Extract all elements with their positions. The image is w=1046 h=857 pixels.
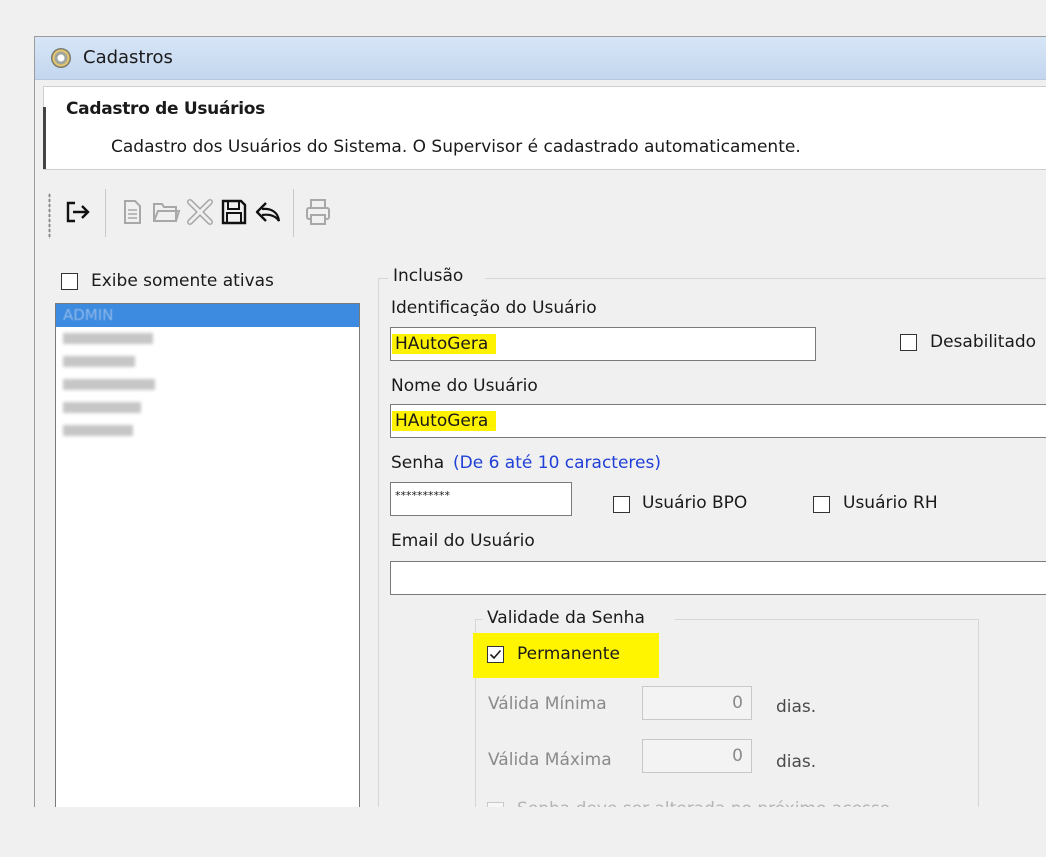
checkmark-icon <box>489 649 502 660</box>
page-title: Cadastro de Usuários <box>66 99 265 119</box>
open-button[interactable] <box>149 195 183 229</box>
active-only-label: Exibe somente ativas <box>91 271 274 291</box>
min-validity-value: 0 <box>732 693 743 713</box>
rh-checkbox[interactable] <box>813 496 830 513</box>
delete-button[interactable] <box>183 195 217 229</box>
toolbar-grip[interactable] <box>48 193 51 239</box>
user-id-label: Identificação do Usuário <box>391 298 597 318</box>
redacted-text <box>63 425 133 436</box>
page-description: Cadastro dos Usuários do Sistema. O Supe… <box>111 137 801 157</box>
permanent-checkbox[interactable] <box>487 646 504 663</box>
print-icon <box>306 199 330 225</box>
delete-icon <box>187 199 213 225</box>
exit-button[interactable] <box>61 195 95 229</box>
max-days-label: dias. <box>776 752 817 772</box>
group-border <box>378 278 388 279</box>
cadastros-window: Cadastros Cadastro de Usuários Cadastro … <box>34 36 1046 807</box>
title-bar[interactable]: Cadastros <box>35 37 1046 80</box>
redacted-text <box>63 356 135 367</box>
redacted-text <box>63 333 153 344</box>
user-id-value: HAutoGera <box>392 334 497 354</box>
permanent-label: Permanente <box>517 644 620 664</box>
user-id-field[interactable]: HAutoGera <box>390 327 816 361</box>
group-border <box>485 278 1046 279</box>
active-only-checkbox[interactable] <box>61 273 78 290</box>
disabled-checkbox[interactable] <box>900 334 917 351</box>
undo-button[interactable] <box>251 195 285 229</box>
max-validity-label: Válida Máxima <box>488 750 612 770</box>
print-button[interactable] <box>301 195 335 229</box>
disabled-label: Desabilitado <box>930 332 1037 352</box>
min-days-label: dias. <box>776 697 817 717</box>
password-label: Senha <box>391 453 445 473</box>
bpo-label: Usuário BPO <box>642 493 748 513</box>
password-field[interactable]: ********** <box>390 482 572 516</box>
new-button[interactable] <box>115 195 149 229</box>
max-validity-value: 0 <box>732 746 743 766</box>
new-document-icon <box>124 200 141 224</box>
toolbar <box>45 185 385 241</box>
validity-border <box>675 619 979 620</box>
max-validity-field[interactable]: 0 <box>642 739 752 773</box>
app-icon <box>51 48 71 68</box>
password-hint: (De 6 até 10 caracteres) <box>453 453 661 473</box>
validity-group-label: Validade da Senha <box>487 608 645 628</box>
form-group-label: Inclusão <box>393 266 464 286</box>
user-name-value: HAutoGera <box>392 411 497 431</box>
email-label: Email do Usuário <box>391 531 535 551</box>
user-name-field[interactable]: HAutoGera <box>390 404 1046 438</box>
list-item[interactable] <box>56 419 359 442</box>
page-header: Cadastro de Usuários Cadastro dos Usuári… <box>43 86 1046 170</box>
list-item[interactable] <box>56 373 359 396</box>
header-accent <box>43 107 46 169</box>
user-list[interactable]: ADMIN <box>55 303 360 807</box>
save-icon <box>221 199 247 225</box>
list-item[interactable] <box>56 396 359 419</box>
list-item-label: ADMIN <box>63 306 114 324</box>
group-border <box>378 278 379 807</box>
rh-label: Usuário RH <box>843 493 938 513</box>
toolbar-separator <box>293 189 294 237</box>
validity-border <box>978 619 979 807</box>
save-button[interactable] <box>217 195 251 229</box>
user-name-label: Nome do Usuário <box>391 376 538 396</box>
list-item[interactable] <box>56 350 359 373</box>
open-folder-icon <box>153 203 181 222</box>
exit-icon <box>66 201 90 223</box>
toolbar-separator <box>105 189 106 237</box>
list-item[interactable] <box>56 327 359 350</box>
min-validity-field[interactable]: 0 <box>642 686 752 720</box>
email-field[interactable] <box>390 561 1046 595</box>
password-value: ********** <box>395 489 450 502</box>
change-next-access-checkbox[interactable] <box>487 802 504 807</box>
window-title: Cadastros <box>83 47 173 68</box>
redacted-text <box>63 379 155 390</box>
validity-border <box>475 619 483 620</box>
list-item[interactable]: ADMIN <box>56 304 359 327</box>
min-validity-label: Válida Mínima <box>488 694 607 714</box>
undo-icon <box>255 202 281 222</box>
bpo-checkbox[interactable] <box>613 496 630 513</box>
redacted-text <box>63 402 141 413</box>
change-next-access-label: Senha deve ser alterada no próximo acess… <box>517 799 890 807</box>
